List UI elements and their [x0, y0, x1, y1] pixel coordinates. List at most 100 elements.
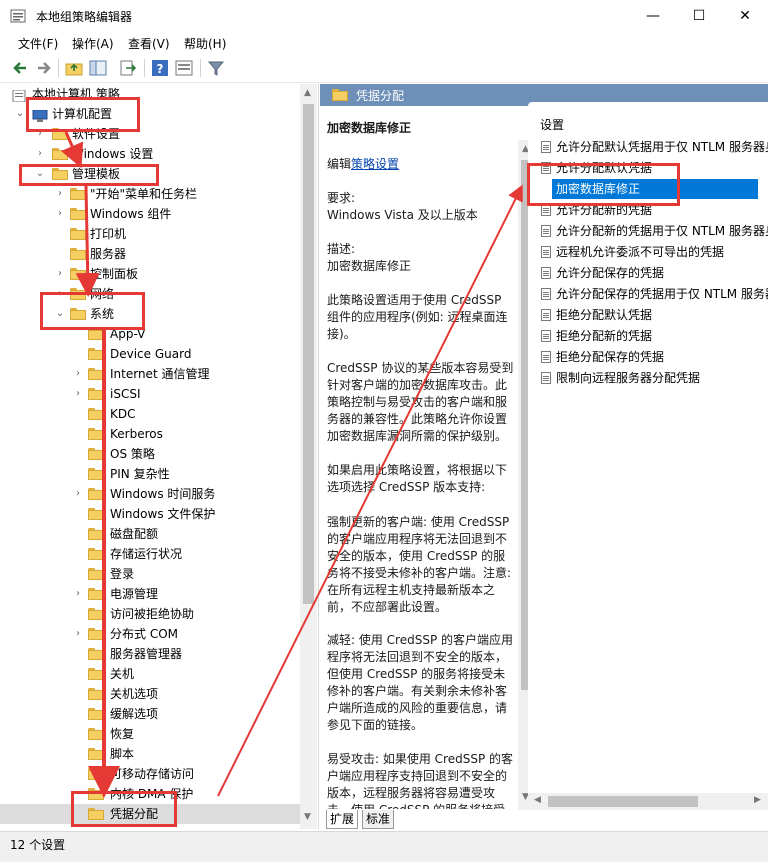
show-hide-tree-icon[interactable]: [88, 58, 108, 78]
toolbar: ?: [0, 54, 768, 83]
forward-icon[interactable]: [34, 58, 54, 78]
chevron-right-icon[interactable]: ›: [72, 624, 84, 644]
scroll-up-arrow-icon[interactable]: ▲: [304, 88, 311, 98]
settings-list-item[interactable]: 限制向远程服务器分配凭据: [537, 368, 768, 388]
folder-icon: [88, 428, 104, 440]
chevron-right-icon[interactable]: ›: [72, 384, 84, 404]
toolbar-separator: [144, 59, 145, 77]
settings-list-item[interactable]: 允许分配新的凭据用于仅 NTLM 服务器身份验证: [537, 221, 768, 241]
tree-item-label: Internet 通信管理: [110, 367, 210, 381]
policy-setting-icon: [541, 267, 551, 279]
settings-list-item[interactable]: 允许分配默认凭据用于仅 NTLM 服务器身份验证: [537, 137, 768, 157]
chevron-down-icon[interactable]: ⌄: [14, 104, 26, 124]
tree-item-system-child[interactable]: 关机: [0, 664, 300, 684]
folder-icon: [88, 568, 104, 580]
tree-item-system-child[interactable]: 服务器管理器: [0, 644, 300, 664]
tree-scrollbar-thumb[interactable]: [303, 104, 314, 604]
tree-item-control-panel[interactable]: › 控制面板: [0, 264, 300, 284]
chevron-right-icon[interactable]: ›: [54, 264, 66, 284]
tree-item-system-child[interactable]: › Internet 通信管理: [0, 364, 300, 384]
tree-item-windows-settings[interactable]: › Windows 设置: [0, 144, 300, 164]
tree-item-system-child[interactable]: 磁盘配额: [0, 524, 300, 544]
settings-list-item[interactable]: 远程机允许委派不可导出的凭据: [537, 242, 768, 262]
back-icon[interactable]: [10, 58, 30, 78]
tree-item-system-child[interactable]: › 电源管理: [0, 584, 300, 604]
tree-item-system-child[interactable]: 登录: [0, 564, 300, 584]
maximize-button[interactable]: ☐: [676, 0, 722, 32]
menu-view[interactable]: 查看(V): [128, 35, 170, 52]
settings-horizontal-scrollbar-thumb[interactable]: [548, 796, 698, 807]
tree-item-system-child[interactable]: 存储运行状况: [0, 544, 300, 564]
help-icon[interactable]: ?: [150, 58, 170, 78]
minimize-button[interactable]: —: [630, 0, 676, 32]
tree-item-start-menu[interactable]: › "开始"菜单和任务栏: [0, 184, 300, 204]
folder-icon: [88, 448, 104, 460]
chevron-right-icon[interactable]: ›: [54, 204, 66, 224]
tree-item-label: Windows 时间服务: [110, 487, 216, 501]
scroll-right-arrow-icon[interactable]: ▶: [754, 795, 761, 805]
tree-item-system-child[interactable]: 可移动存储访问: [0, 764, 300, 784]
chevron-right-icon[interactable]: ›: [72, 584, 84, 604]
export-list-icon[interactable]: [118, 58, 138, 78]
tree-item-label: iSCSI: [110, 387, 141, 401]
menu-action[interactable]: 操作(A): [72, 35, 114, 52]
tree-item-system-child[interactable]: 关机选项: [0, 684, 300, 704]
scroll-down-arrow-icon[interactable]: ▼: [304, 812, 311, 822]
menu-help[interactable]: 帮助(H): [184, 35, 226, 52]
up-folder-icon[interactable]: [64, 58, 84, 78]
settings-list-item[interactable]: 拒绝分配默认凭据: [537, 305, 768, 325]
edit-policy-link[interactable]: 策略设置: [351, 157, 399, 171]
tree-scrollbar[interactable]: ▲ ▼: [300, 84, 317, 829]
filter-icon[interactable]: [206, 58, 226, 78]
chevron-right-icon[interactable]: ›: [54, 184, 66, 204]
folder-icon: [88, 708, 104, 720]
settings-column-header[interactable]: 设置: [540, 116, 564, 133]
chevron-right-icon[interactable]: ›: [72, 484, 84, 504]
properties-icon[interactable]: [174, 58, 194, 78]
scroll-left-arrow-icon[interactable]: ◀: [534, 795, 541, 805]
chevron-right-icon[interactable]: ›: [72, 364, 84, 384]
settings-horizontal-scrollbar[interactable]: ◀ ▶: [528, 793, 768, 810]
tree-item-system-child[interactable]: Device Guard: [0, 344, 300, 364]
tree-item-label: 访问被拒绝协助: [110, 607, 195, 621]
settings-list-item[interactable]: 允许分配保存的凭据: [537, 263, 768, 283]
folder-icon: [332, 89, 348, 101]
settings-list-item[interactable]: 拒绝分配新的凭据: [537, 326, 768, 346]
status-text: 12 个设置: [10, 838, 66, 852]
annotation-box-admin-templates: [19, 164, 159, 186]
edit-policy-line: 编辑策略设置: [327, 156, 515, 173]
tab-extended[interactable]: 扩展: [326, 810, 359, 829]
tree-item-windows-components[interactable]: › Windows 组件: [0, 204, 300, 224]
policy-setting-icon: [541, 288, 551, 300]
tree-item-system-child[interactable]: Windows 文件保护: [0, 504, 300, 524]
tree-item-label: 脚本: [110, 747, 135, 761]
settings-list-item-label: 拒绝分配保存的凭据: [556, 350, 665, 364]
tree-item-printers[interactable]: 打印机: [0, 224, 300, 244]
tree-item-system-child[interactable]: › iSCSI: [0, 384, 300, 404]
menu-file[interactable]: 文件(F): [18, 35, 58, 52]
toolbar-separator: [58, 59, 59, 77]
tree-item-system-child[interactable]: 恢复: [0, 724, 300, 744]
settings-list-item[interactable]: 允许分配保存的凭据用于仅 NTLM 服务器身份验证: [537, 284, 768, 304]
tree-item-system-child[interactable]: Kerberos: [0, 424, 300, 444]
tree-item-system-child[interactable]: KDC: [0, 404, 300, 424]
folder-icon: [88, 468, 104, 480]
requirements-label: 要求:: [327, 191, 356, 205]
description-value: 加密数据库修正: [327, 259, 412, 273]
tree-item-system-child[interactable]: OS 策略: [0, 444, 300, 464]
tab-standard[interactable]: 标准: [362, 810, 395, 829]
chevron-right-icon[interactable]: ›: [34, 144, 46, 164]
settings-list-item[interactable]: 拒绝分配保存的凭据: [537, 347, 768, 367]
settings-list-item-label: 远程机允许委派不可导出的凭据: [556, 245, 725, 259]
tree-item-system-child[interactable]: › Windows 时间服务: [0, 484, 300, 504]
tree-item-system-child[interactable]: 缓解选项: [0, 704, 300, 724]
close-button[interactable]: ✕: [722, 0, 768, 32]
folder-icon: [88, 648, 104, 660]
tree-item-system-child[interactable]: PIN 复杂性: [0, 464, 300, 484]
toolbar-separator: [200, 59, 201, 77]
folder-icon: [88, 528, 104, 540]
tree-item-server[interactable]: 服务器: [0, 244, 300, 264]
tree-item-system-child[interactable]: › 分布式 COM: [0, 624, 300, 644]
tree-item-system-child[interactable]: 脚本: [0, 744, 300, 764]
tree-item-system-child[interactable]: 访问被拒绝协助: [0, 604, 300, 624]
